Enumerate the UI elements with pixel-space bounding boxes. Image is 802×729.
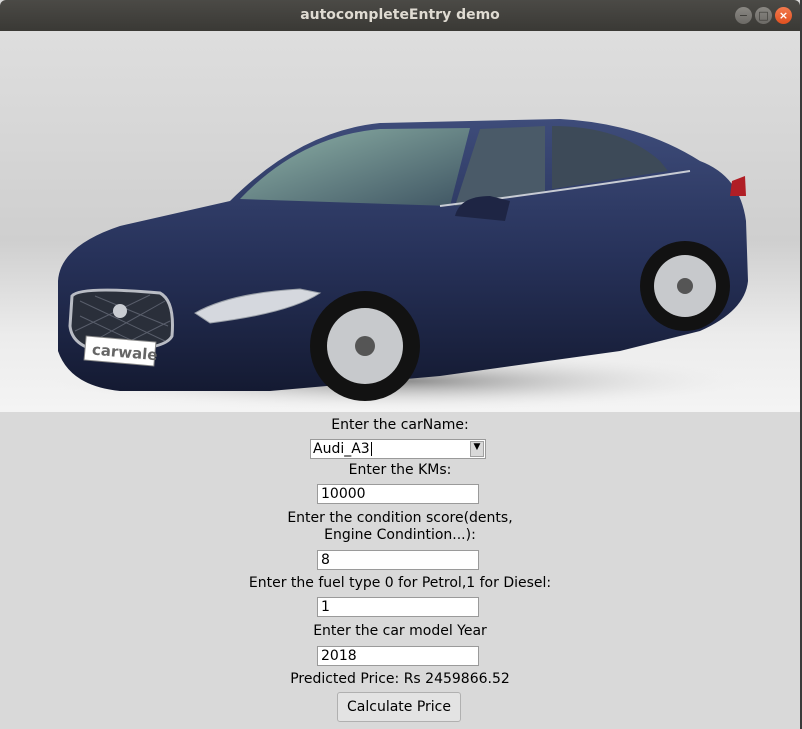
year-input[interactable]: 2018: [317, 646, 479, 666]
app-window: autocompleteEntry demo − □ × carwale Ent…: [0, 0, 802, 729]
window-controls: − □ ×: [735, 7, 792, 24]
maximize-icon[interactable]: □: [755, 7, 772, 24]
car-name-combobox[interactable]: Audi_A3 ▼: [310, 439, 486, 459]
title-bar[interactable]: autocompleteEntry demo − □ ×: [0, 0, 800, 31]
chevron-down-icon[interactable]: ▼: [470, 441, 484, 457]
year-label: Enter the car model Year: [313, 623, 487, 639]
fuel-label: Enter the fuel type 0 for Petrol,1 for D…: [248, 575, 552, 591]
car-name-value: Audi_A3: [313, 441, 370, 457]
car-image: carwale: [0, 31, 800, 412]
car-name-label: Enter the carName:: [331, 417, 469, 433]
predicted-price-text: Predicted Price: Rs 2459866.52: [290, 671, 510, 687]
condition-input[interactable]: 8: [317, 550, 479, 570]
condition-label-line2: Engine Condintion...):: [324, 527, 476, 543]
kms-label: Enter the KMs:: [348, 462, 452, 478]
kms-input[interactable]: 10000: [317, 484, 479, 504]
window-title: autocompleteEntry demo: [300, 7, 500, 23]
minimize-icon[interactable]: −: [735, 7, 752, 24]
close-icon[interactable]: ×: [775, 7, 792, 24]
condition-label-line1: Enter the condition score(dents,: [287, 510, 513, 526]
fuel-input[interactable]: 1: [317, 597, 479, 617]
calculate-price-button[interactable]: Calculate Price: [337, 692, 461, 722]
